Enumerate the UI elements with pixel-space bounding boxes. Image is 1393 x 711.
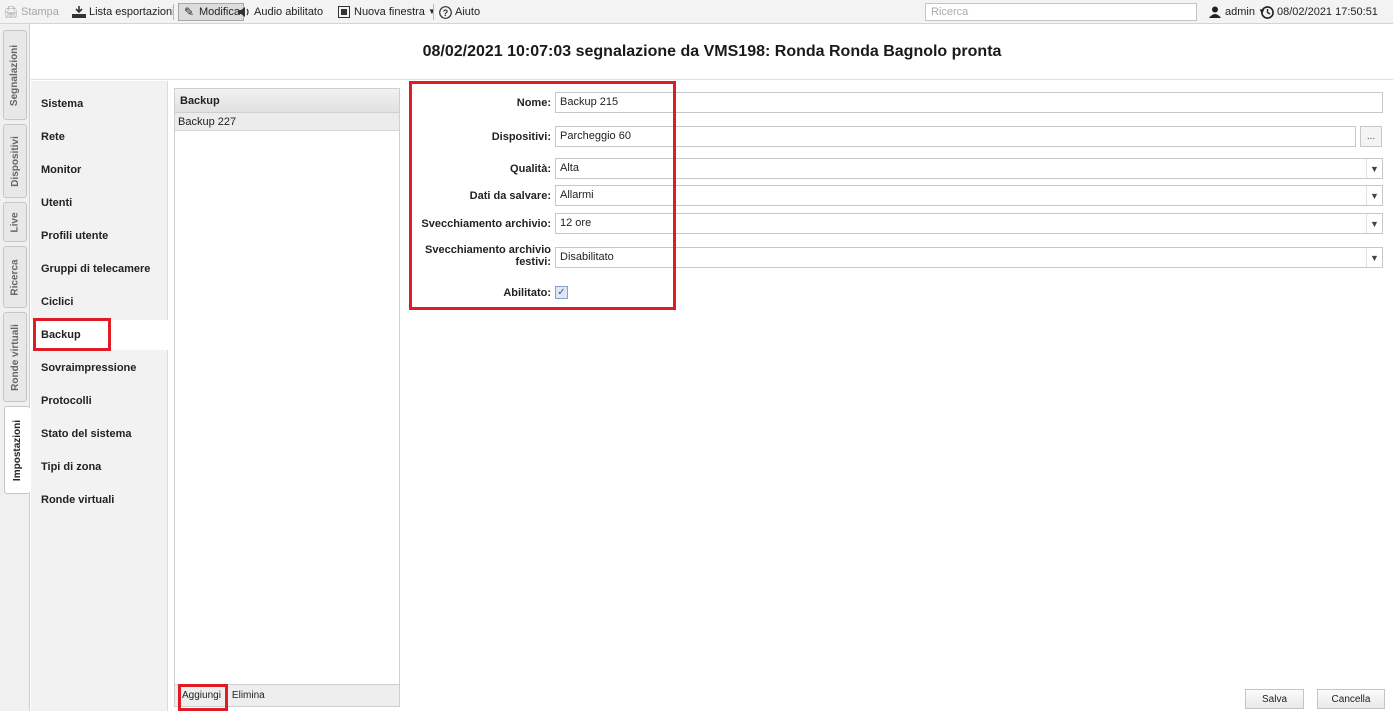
archive-holidays-label: Svecchiamento archivio festivi: (415, 244, 551, 268)
quality-value: Alta (560, 162, 579, 174)
toolbar: 🖨 Stampa Lista esportazioni ✎ Modifica A… (0, 0, 1393, 24)
sidebar-item-monitor[interactable]: Monitor (31, 155, 168, 185)
quality-label: Qualità: (510, 163, 551, 175)
tab-dispositivi[interactable]: Dispositivi (3, 124, 27, 198)
archive-holidays-label-line1: Svecchiamento archivio (425, 244, 551, 256)
page-title: 08/02/2021 10:07:03 segnalazione da VMS1… (422, 43, 1002, 60)
archive-holidays-value: Disabilitato (560, 251, 614, 263)
sidebar-item-profili-utente[interactable]: Profili utente (31, 221, 168, 251)
devices-label: Dispositivi: (491, 131, 551, 143)
name-label: Nome: (516, 97, 551, 109)
enabled-label: Abilitato: (503, 287, 551, 299)
sidebar-item-utenti[interactable]: Utenti (31, 188, 168, 218)
tab-ricerca[interactable]: Ricerca (3, 246, 27, 308)
tab-label: Impostazioni (12, 419, 23, 481)
user-icon (1208, 5, 1222, 19)
data-to-save-value: Allarmi (560, 189, 594, 201)
tab-label: Ricerca (9, 258, 21, 296)
window-icon (337, 5, 351, 19)
search-input[interactable]: Ricerca (925, 3, 1197, 21)
archive-cleanup-select[interactable]: 12 ore ▼ (555, 213, 1383, 234)
notification-header: 08/02/2021 10:07:03 segnalazione da VMS1… (31, 24, 1393, 80)
caret-down-icon: ▼ (427, 7, 436, 16)
toolbar-separator (173, 4, 174, 20)
svg-text:?: ? (442, 8, 448, 18)
pencil-icon: ✎ (183, 5, 195, 19)
add-button[interactable]: Aggiungi (178, 687, 225, 705)
chevron-down-icon: ▼ (1366, 248, 1382, 267)
help-icon: ? (438, 5, 452, 19)
tab-ronde-virtuali[interactable]: Ronde virtuali (3, 312, 27, 402)
new-window-button[interactable]: Nuova finestra ▼ (337, 3, 436, 21)
tab-label: Live (9, 211, 21, 233)
sidebar-item-backup[interactable]: Backup (31, 320, 168, 350)
sidebar-item-protocolli[interactable]: Protocolli (31, 386, 168, 416)
tab-live[interactable]: Live (3, 202, 27, 242)
backup-list-panel: Backup Backup 227 Aggiungi Elimina (174, 88, 400, 707)
speaker-icon (237, 5, 251, 19)
tab-label: Dispositivi (9, 135, 21, 187)
archive-holidays-label-line2: festivi: (515, 256, 551, 268)
chevron-down-icon: ▼ (1366, 186, 1382, 205)
new-window-label: Nuova finestra (354, 6, 425, 18)
toolbar-separator (433, 4, 434, 20)
tab-segnalazioni[interactable]: Segnalazioni (3, 30, 27, 120)
datetime-label: 08/02/2021 17:50:51 (1277, 6, 1378, 18)
chevron-down-icon: ▼ (1366, 159, 1382, 178)
sidebar-item-sistema[interactable]: Sistema (31, 89, 168, 119)
clock-icon (1260, 5, 1274, 19)
chevron-down-icon: ▼ (1366, 214, 1382, 233)
quality-select[interactable]: Alta ▼ (555, 158, 1383, 179)
sidebar-item-sovraimpressione[interactable]: Sovraimpressione (31, 353, 168, 383)
cancel-button[interactable]: Cancella (1317, 689, 1385, 709)
list-header: Backup (175, 89, 399, 113)
tab-label: Segnalazioni (9, 44, 21, 106)
sidebar-item-gruppi-telecamere[interactable]: Gruppi di telecamere (31, 254, 168, 284)
help-button[interactable]: ? Aiuto (438, 3, 480, 21)
print-button[interactable]: 🖨 Stampa (3, 3, 59, 21)
user-menu[interactable]: admin ▼ (1208, 3, 1266, 21)
settings-sidebar: Sistema Rete Monitor Utenti Profili uten… (31, 81, 168, 711)
save-button[interactable]: Salva (1245, 689, 1304, 709)
data-to-save-label: Dati da salvare: (469, 190, 551, 202)
user-label: admin (1225, 6, 1255, 18)
sidebar-item-ronde-virtuali[interactable]: Ronde virtuali (31, 485, 168, 515)
data-to-save-select[interactable]: Allarmi ▼ (555, 185, 1383, 206)
help-label: Aiuto (455, 6, 481, 18)
edit-label: Modifica (199, 6, 240, 18)
name-input[interactable]: Backup 215 (555, 92, 1383, 113)
list-item[interactable]: Backup 227 (175, 113, 399, 131)
devices-input[interactable]: Parcheggio 60 (555, 126, 1356, 147)
download-icon (72, 5, 86, 19)
exports-label: Lista esportazioni (89, 6, 175, 18)
sidebar-item-stato-sistema[interactable]: Stato del sistema (31, 419, 168, 449)
clock: 08/02/2021 17:50:51 (1260, 3, 1378, 21)
delete-button[interactable]: Elimina (228, 687, 269, 705)
edit-button[interactable]: ✎ Modifica (178, 3, 244, 21)
list-footer: Aggiungi Elimina (175, 684, 399, 706)
archive-holidays-select[interactable]: Disabilitato ▼ (555, 247, 1383, 268)
archive-cleanup-label: Svecchiamento archivio: (421, 218, 551, 230)
devices-browse-button[interactable]: ... (1360, 126, 1382, 147)
exports-list-button[interactable]: Lista esportazioni (72, 3, 175, 21)
tab-impostazioni[interactable]: Impostazioni (4, 406, 30, 494)
print-label: Stampa (21, 6, 59, 18)
sidebar-item-tipi-zona[interactable]: Tipi di zona (31, 452, 168, 482)
audio-label: Audio abilitato (254, 6, 324, 18)
tab-label: Ronde virtuali (9, 323, 21, 391)
vertical-tab-bar: Segnalazioni Dispositivi Live Ricerca Ro… (0, 24, 30, 711)
enabled-checkbox[interactable]: ✓ (555, 286, 568, 299)
sidebar-item-ciclici[interactable]: Ciclici (31, 287, 168, 317)
sidebar-item-rete[interactable]: Rete (31, 122, 168, 152)
printer-icon: 🖨 (3, 5, 19, 19)
audio-toggle[interactable]: Audio abilitato (237, 3, 323, 21)
archive-cleanup-value: 12 ore (560, 217, 592, 229)
